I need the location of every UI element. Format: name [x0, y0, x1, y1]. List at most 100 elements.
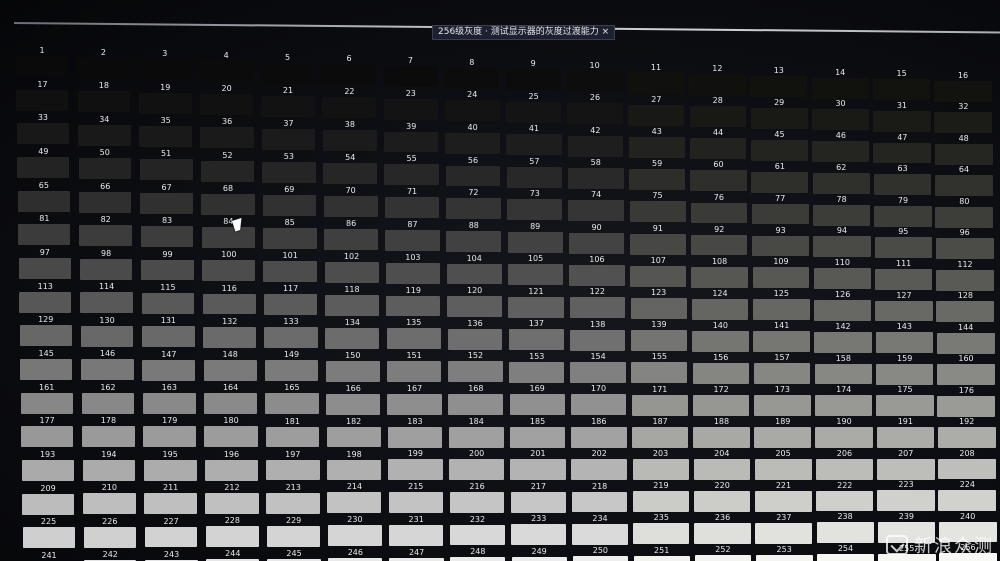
gray-patch: [386, 328, 441, 350]
gray-level-label: 53: [283, 151, 294, 161]
gray-patch: [141, 259, 194, 281]
gray-level-label: 183: [407, 416, 423, 426]
gray-patch: [569, 265, 625, 286]
gray-patch: [751, 203, 809, 225]
gray-level-label: 39: [406, 121, 417, 131]
gray-level-label: 251: [654, 545, 670, 555]
gray-level-label: 61: [774, 161, 785, 171]
gray-patch: [566, 71, 623, 92]
gray-patch: [754, 426, 812, 448]
gray-level-label: 137: [528, 319, 544, 329]
gray-level-label: 132: [222, 316, 238, 326]
gray-patch: [444, 100, 500, 122]
gray-patch: [632, 491, 689, 513]
gray-level-label: 170: [590, 384, 607, 394]
gray-patch: [628, 137, 685, 158]
gray-level-label: 189: [775, 416, 791, 426]
gray-level-label: 248: [470, 547, 486, 557]
gray-patch: [204, 459, 259, 481]
gray-patch: [77, 57, 130, 79]
gray-level-label: 237: [776, 512, 792, 522]
gray-patch: [264, 360, 319, 382]
gray-level-label: 8: [469, 57, 475, 67]
gray-patch: [815, 427, 873, 448]
gray-patch: [323, 163, 378, 184]
gray-level-label: 153: [529, 351, 545, 361]
gray-patch: [204, 426, 258, 448]
gray-level-label: 166: [345, 383, 361, 393]
gray-patch: [813, 236, 871, 258]
gray-level-label: 209: [40, 483, 56, 493]
gray-patch: [509, 426, 566, 448]
gray-patch: [203, 326, 257, 348]
gray-level-label: 241: [41, 551, 57, 560]
gray-patch: [263, 294, 318, 316]
gray-level-label: 216: [469, 481, 485, 491]
gray-patch: [386, 361, 442, 382]
gray-patch: [201, 193, 255, 215]
gray-level-label: 114: [98, 282, 115, 292]
gray-level-label: 245: [286, 548, 302, 558]
gray-patch: [20, 392, 73, 414]
gray-level-label: 121: [528, 286, 544, 296]
gray-patch: [631, 362, 688, 384]
gray-level-label: 3: [162, 49, 168, 59]
gray-patch: [507, 199, 563, 221]
gray-level-label: 234: [592, 513, 608, 523]
gray-patch: [327, 492, 382, 514]
gray-patch: [78, 158, 131, 180]
gray-patch: [384, 131, 439, 153]
gray-level-label: 156: [713, 352, 729, 362]
gray-patch: [571, 491, 628, 513]
gray-level-label: 246: [347, 548, 363, 558]
gray-level-label: 44: [713, 128, 724, 138]
gray-level-label: 110: [834, 258, 850, 268]
gray-level-label: 56: [467, 155, 479, 165]
gray-level-label: 206: [836, 448, 853, 458]
gray-level-label: 222: [837, 480, 853, 490]
gray-patch: [629, 233, 686, 255]
gray-level-label: 60: [713, 160, 724, 170]
gray-level-label: 125: [773, 289, 789, 299]
gray-level-label: 198: [346, 449, 362, 459]
gray-patch: [873, 142, 932, 164]
gray-level-label: 10: [589, 61, 600, 70]
gray-patch: [200, 94, 254, 116]
gray-level-label: 155: [651, 352, 668, 362]
gray-level-label: 87: [407, 219, 418, 229]
gray-level-label: 49: [38, 147, 49, 156]
gray-patch: [813, 268, 871, 290]
gray-level-label: 182: [346, 416, 362, 426]
gray-level-label: 249: [531, 546, 547, 556]
gray-patch: [199, 61, 253, 82]
gray-level-label: 26: [589, 93, 601, 103]
gray-level-label: 145: [38, 349, 54, 358]
gray-patch: [568, 232, 625, 254]
gray-level-label: 21: [282, 85, 294, 95]
gray-patch: [689, 74, 746, 96]
gray-level-label: 194: [101, 449, 117, 459]
gray-patch: [812, 172, 870, 194]
gray-patch: [507, 264, 564, 286]
gray-level-label: 99: [162, 249, 173, 259]
gray-patch: [446, 263, 502, 285]
gray-level-label: 254: [837, 544, 854, 554]
gray-patch: [262, 161, 316, 183]
gray-patch: [936, 332, 995, 354]
gray-level-label: 28: [712, 96, 723, 106]
gray-level-label: 120: [466, 286, 483, 296]
gray-level-label: 225: [40, 517, 57, 527]
gray-patch: [753, 363, 811, 385]
gray-level-label: 55: [406, 154, 417, 164]
gray-patch: [445, 132, 500, 154]
gray-level-label: 220: [714, 481, 730, 491]
gray-patch: [388, 459, 443, 481]
gray-patch: [383, 66, 438, 87]
gray-level-label: 123: [651, 288, 667, 298]
gray-level-label: 160: [958, 354, 974, 364]
gray-level-label: 174: [836, 385, 852, 395]
gray-level-label: 46: [835, 131, 846, 141]
gray-patch: [260, 62, 315, 84]
gray-patch: [754, 458, 812, 480]
gray-patch: [261, 128, 316, 150]
